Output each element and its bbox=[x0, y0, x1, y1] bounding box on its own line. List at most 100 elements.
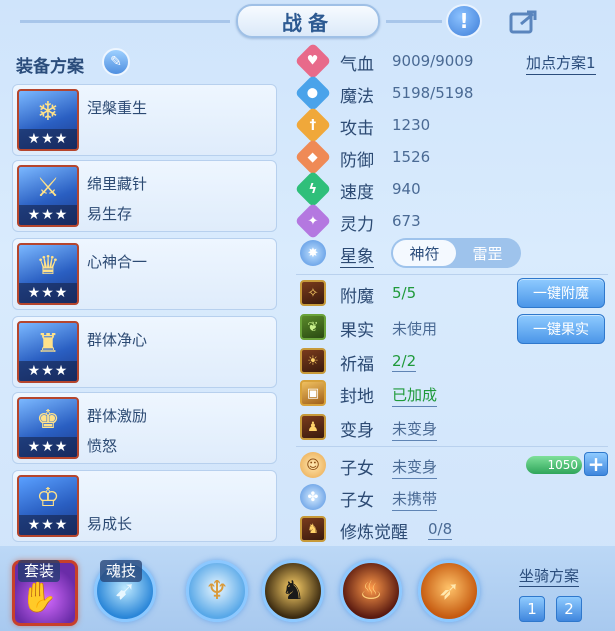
card-title: 心神合一 bbox=[87, 253, 148, 271]
card-title: 涅槃重生 bbox=[87, 99, 148, 117]
equipment-icon: ♜ ★★★ bbox=[17, 321, 79, 383]
enh-value-child-1[interactable]: 未变身 bbox=[392, 456, 438, 479]
star-sign-toggle[interactable]: 神符 雷罡 bbox=[391, 238, 521, 268]
enh-value-blessing[interactable]: 2/2 bbox=[392, 352, 417, 372]
equipment-card-5[interactable]: ♚ ★★★ 群体激励 愤怒 bbox=[12, 392, 277, 464]
equipment-plan-title: 装备方案 bbox=[16, 57, 84, 77]
hand-icon: ✋ bbox=[20, 580, 58, 615]
lightning-icon: ϟ bbox=[294, 170, 332, 208]
stat-label-spirit: 灵力 bbox=[340, 215, 374, 235]
child-icon: ☺ bbox=[300, 452, 326, 478]
soul-skill-label: 魂技 bbox=[100, 560, 143, 582]
skill-slot-3[interactable]: ♨ bbox=[340, 560, 402, 622]
fruit-icon: ❦ bbox=[300, 314, 326, 340]
mount-plan-title[interactable]: 坐骑方案 bbox=[519, 565, 580, 587]
stat-label-defense: 防御 bbox=[340, 151, 374, 171]
star-rating: ★★★ bbox=[19, 205, 77, 225]
skill-slot-1[interactable]: ♆ bbox=[186, 560, 248, 622]
archer-icon: ➶ bbox=[438, 576, 460, 606]
enh-label-blessing: 祈福 bbox=[340, 355, 374, 375]
meditation-icon: ♆ bbox=[205, 576, 229, 606]
equipment-glyph-icon: ❄ bbox=[37, 97, 59, 127]
stat-value-speed: 940 bbox=[392, 180, 421, 198]
equipment-card-4[interactable]: ♜ ★★★ 群体净心 bbox=[12, 316, 277, 388]
card-title: 绵里藏针 bbox=[87, 175, 148, 193]
enh-value-transform[interactable]: 未变身 bbox=[392, 418, 438, 441]
flame-creature-icon: ♨ bbox=[359, 576, 383, 606]
stat-value-spirit: 673 bbox=[392, 212, 421, 230]
stat-label-hp: 气血 bbox=[340, 55, 374, 75]
section-divider bbox=[296, 274, 608, 275]
pencil-icon: ✎ bbox=[110, 54, 122, 70]
card-subtitle: 愤怒 bbox=[87, 437, 118, 455]
star-rating: ★★★ bbox=[19, 361, 77, 381]
alert-icon[interactable]: ! bbox=[446, 4, 482, 38]
card-title: 群体激励 bbox=[87, 407, 148, 425]
card-title: 群体净心 bbox=[87, 331, 148, 349]
mount-plan-1-button[interactable]: 1 bbox=[519, 596, 545, 622]
fief-icon: ▣ bbox=[300, 380, 326, 406]
enh-label-child-1: 子女 bbox=[340, 459, 374, 479]
star-rating: ★★★ bbox=[19, 515, 77, 535]
helmet-icon: ⚔ bbox=[36, 173, 60, 203]
suit-label: 套装 bbox=[18, 560, 61, 582]
stat-value-hp: 9009/9009 bbox=[392, 52, 474, 70]
enh-value-cultivation[interactable]: 0/8 bbox=[428, 520, 453, 540]
enchant-icon: ✧ bbox=[300, 280, 326, 306]
enh-label-fruit: 果实 bbox=[340, 321, 374, 341]
skill-slot-2[interactable]: ♞ bbox=[262, 560, 324, 622]
section-divider bbox=[296, 446, 608, 447]
share-icon[interactable] bbox=[506, 4, 542, 38]
shield-icon: ◆ bbox=[294, 138, 332, 176]
star-sign-label[interactable]: 星象 bbox=[340, 242, 374, 268]
enh-value-fief[interactable]: 已加成 bbox=[392, 384, 438, 407]
header-ornament-right bbox=[386, 20, 442, 23]
helmet-icon: ♚ bbox=[36, 405, 60, 435]
enh-value-fruit: 未使用 bbox=[392, 320, 438, 338]
add-points-button[interactable]: + bbox=[584, 452, 608, 476]
child-points-value: 1050 bbox=[547, 458, 578, 472]
auto-fruit-button[interactable]: 一键果实 bbox=[517, 314, 605, 344]
card-subtitle: 易成长 bbox=[87, 515, 133, 533]
paw-icon: ✤ bbox=[300, 484, 326, 510]
skill-slot-4[interactable]: ➶ bbox=[418, 560, 480, 622]
cultivation-icon: ♞ bbox=[300, 516, 326, 542]
stat-value-attack: 1230 bbox=[392, 116, 431, 134]
auto-enchant-button[interactable]: 一键附魔 bbox=[517, 278, 605, 308]
page-title: 战备 bbox=[236, 4, 380, 38]
beast-icon: ♞ bbox=[281, 576, 305, 606]
card-subtitle: 易生存 bbox=[87, 205, 133, 223]
child-points-bar: 1050 bbox=[526, 456, 582, 474]
heart-icon: ♥ bbox=[294, 42, 332, 80]
enh-label-enchant: 附魔 bbox=[340, 287, 374, 307]
blessing-icon: ☀ bbox=[300, 348, 326, 374]
enh-label-fief: 封地 bbox=[340, 387, 374, 407]
star-rating: ★★★ bbox=[19, 129, 77, 149]
stat-value-mp: 5198/5198 bbox=[392, 84, 474, 102]
equipment-icon: ♛ ★★★ bbox=[17, 243, 79, 305]
enh-label-cultivation: 修炼觉醒 bbox=[340, 523, 408, 543]
star-rating: ★★★ bbox=[19, 283, 77, 303]
transform-icon: ♟ bbox=[300, 414, 326, 440]
toggle-option-rune[interactable]: 神符 bbox=[393, 240, 456, 266]
edit-plan-button[interactable]: ✎ bbox=[102, 48, 130, 76]
equipment-card-6[interactable]: ♔ ★★★ 易成长 bbox=[12, 470, 277, 542]
equipment-card-1[interactable]: ❄ ★★★ 涅槃重生 bbox=[12, 84, 277, 156]
star-sign-icon: ✸ bbox=[300, 240, 326, 266]
enh-value-enchant: 5/5 bbox=[392, 284, 417, 302]
helmet-icon: ♜ bbox=[36, 329, 60, 359]
star-rating: ★★★ bbox=[19, 437, 77, 457]
mount-plan-2-button[interactable]: 2 bbox=[556, 596, 582, 622]
spirit-icon: ✦ bbox=[294, 202, 332, 240]
equipment-icon: ♚ ★★★ bbox=[17, 397, 79, 459]
equipment-card-2[interactable]: ⚔ ★★★ 绵里藏针 易生存 bbox=[12, 160, 277, 232]
helmet-icon: ♔ bbox=[36, 483, 60, 513]
equipment-card-3[interactable]: ♛ ★★★ 心神合一 bbox=[12, 238, 277, 310]
point-plan-link[interactable]: 加点方案1 bbox=[526, 52, 596, 75]
header-ornament-left bbox=[20, 20, 230, 23]
toggle-option-thunder[interactable]: 雷罡 bbox=[456, 240, 519, 266]
share-arrow-icon bbox=[509, 10, 537, 34]
enh-value-child-2[interactable]: 未携带 bbox=[392, 488, 438, 511]
enh-label-transform: 变身 bbox=[340, 421, 374, 441]
stat-value-defense: 1526 bbox=[392, 148, 431, 166]
